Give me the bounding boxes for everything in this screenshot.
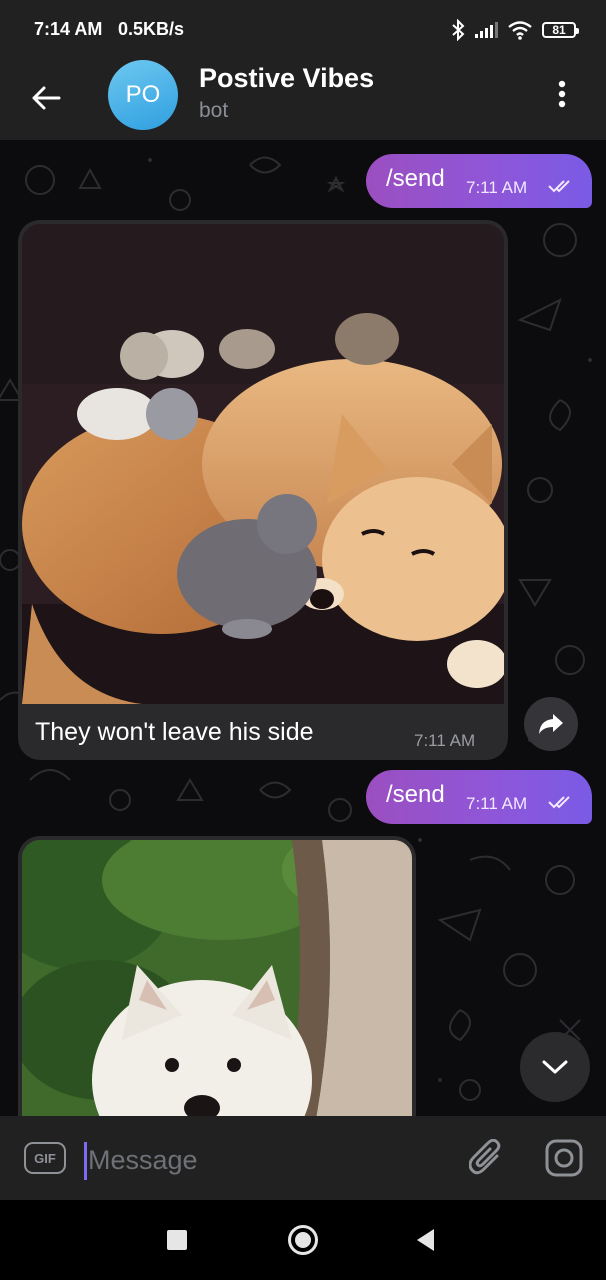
more-options-button[interactable] [540, 72, 584, 116]
chat-title[interactable]: Postive Vibes [199, 63, 374, 94]
status-icons: 81 [451, 16, 579, 44]
share-arrow-icon [539, 714, 563, 734]
back-button[interactable] [24, 76, 68, 120]
camera-icon [545, 1139, 583, 1177]
message-text: /send [386, 781, 445, 808]
double-check-icon [548, 180, 570, 193]
message-composer: GIF [0, 1116, 606, 1200]
chat-header: PO Postive Vibes bot [0, 58, 606, 140]
wifi-icon [508, 21, 532, 40]
back-arrow-icon [32, 86, 61, 110]
paperclip-icon [469, 1139, 501, 1175]
photo-white-dog[interactable] [22, 840, 412, 1116]
photo-dog-kittens[interactable] [22, 224, 504, 704]
message-time: 7:11 AM [466, 178, 528, 197]
gif-button[interactable]: GIF [24, 1142, 66, 1174]
outgoing-message[interactable]: /send 7:11 AM [366, 770, 592, 824]
more-vertical-icon [558, 80, 566, 108]
avatar[interactable]: PO [108, 60, 178, 130]
chat-area[interactable]: /send 7:11 AM They won't leave his side … [0, 140, 606, 1116]
scroll-to-bottom-button[interactable] [520, 1032, 590, 1102]
photo-caption: They won't leave his side [35, 718, 314, 746]
message-time: 7:11 AM [414, 731, 476, 750]
chevron-down-icon [542, 1060, 568, 1074]
camera-button[interactable] [542, 1136, 586, 1180]
incoming-photo-message[interactable] [18, 836, 416, 1116]
system-back-button[interactable] [417, 1229, 434, 1251]
message-time: 7:11 AM [466, 794, 528, 813]
signal-icon [475, 22, 498, 38]
network-speed: 0.5KB/s [118, 19, 185, 39]
status-time: 7:14 AM [34, 19, 103, 39]
double-check-icon [548, 796, 570, 809]
home-button[interactable] [288, 1225, 318, 1255]
recents-button[interactable] [167, 1230, 187, 1250]
message-text: /send [386, 165, 445, 192]
attach-button[interactable] [464, 1136, 508, 1180]
bluetooth-icon [452, 19, 465, 41]
text-cursor [84, 1142, 87, 1180]
battery-icon: 81 [542, 22, 579, 38]
system-nav-bar [0, 1200, 606, 1280]
message-input[interactable] [88, 1139, 448, 1181]
outgoing-message[interactable]: /send 7:11 AM [366, 154, 592, 208]
chat-subtitle: bot [199, 99, 229, 122]
status-bar: 7:14 AM 0.5KB/s 81 [0, 0, 606, 58]
incoming-photo-message[interactable]: They won't leave his side 7:11 AM [18, 220, 508, 760]
forward-button[interactable] [524, 697, 578, 751]
